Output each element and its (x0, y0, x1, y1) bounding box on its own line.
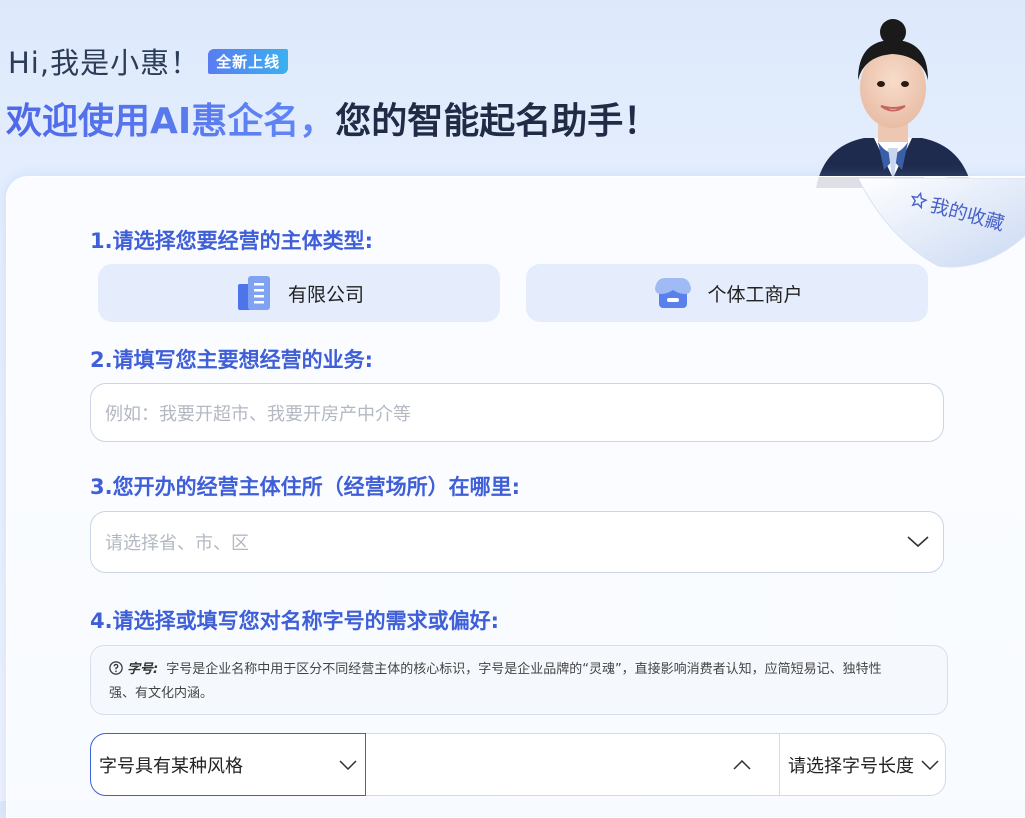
chevron-down-icon (907, 536, 929, 548)
question-1-title: 1.请选择您要经营的主体类型: (90, 229, 373, 253)
star-icon (910, 191, 928, 210)
question-3-title: 3.您开办的经营主体住所（经营场所）在哪里: (90, 475, 520, 499)
chevron-down-icon (339, 759, 357, 770)
style-detail-select[interactable] (366, 733, 780, 796)
chevron-up-icon (733, 759, 751, 770)
address-placeholder: 请选择省、市、区 (105, 533, 249, 554)
address-select[interactable]: 请选择省、市、区 (90, 511, 944, 573)
name-preference-row: 字号具有某种风格 请选择字号长度 (90, 733, 946, 796)
length-select[interactable]: 请选择字号长度 (780, 733, 946, 796)
option-label: 有限公司 (287, 283, 364, 306)
greeting: Hi,我是小惠！ 全新上线 (8, 40, 289, 82)
option-label: 个体工商户 (707, 283, 803, 306)
option-limited-company[interactable]: 有限公司 (98, 264, 500, 322)
assistant-avatar (816, 19, 972, 188)
name-tip-box: 字号: 字号是企业名称中用于区分不同经营主体的核心标识，字号是企业品牌的“灵魂”，… (90, 645, 948, 715)
question-2-title: 2.请填写您主要想经营的业务: (90, 348, 373, 372)
shop-icon (655, 278, 692, 308)
new-badge: 全新上线 (208, 48, 289, 74)
option-individual-business[interactable]: 个体工商户 (526, 264, 928, 322)
welcome-rest: 您的智能起名助手！ (335, 101, 660, 142)
header: Hi,我是小惠！ 全新上线 欢迎使用AI惠企名，您的智能起名助手！ (0, 0, 1025, 190)
business-placeholder: 例如：我要开超市、我要开房产中介等 (105, 403, 411, 425)
tip-key: 字号: (127, 662, 159, 677)
chevron-down-icon (921, 759, 939, 770)
greeting-text: Hi,我是小惠！ (8, 46, 201, 80)
length-select-placeholder: 请选择字号长度 (788, 755, 914, 777)
welcome-title: 欢迎使用AI惠企名，您的智能起名助手！ (6, 92, 659, 144)
welcome-highlight: 欢迎使用AI惠企名， (6, 101, 336, 142)
question-circle-icon (109, 661, 123, 675)
question-4-title: 4.请选择或填写您对名称字号的需求或偏好: (90, 609, 499, 633)
style-select-value: 字号具有某种风格 (99, 755, 243, 777)
tip-text: 字号是企业名称中用于区分不同经营主体的核心标识，字号是企业品牌的“灵魂”，直接影… (109, 662, 882, 701)
style-select[interactable]: 字号具有某种风格 (90, 733, 366, 796)
business-input[interactable]: 例如：我要开超市、我要开房产中介等 (90, 383, 944, 442)
building-icon (237, 276, 270, 310)
